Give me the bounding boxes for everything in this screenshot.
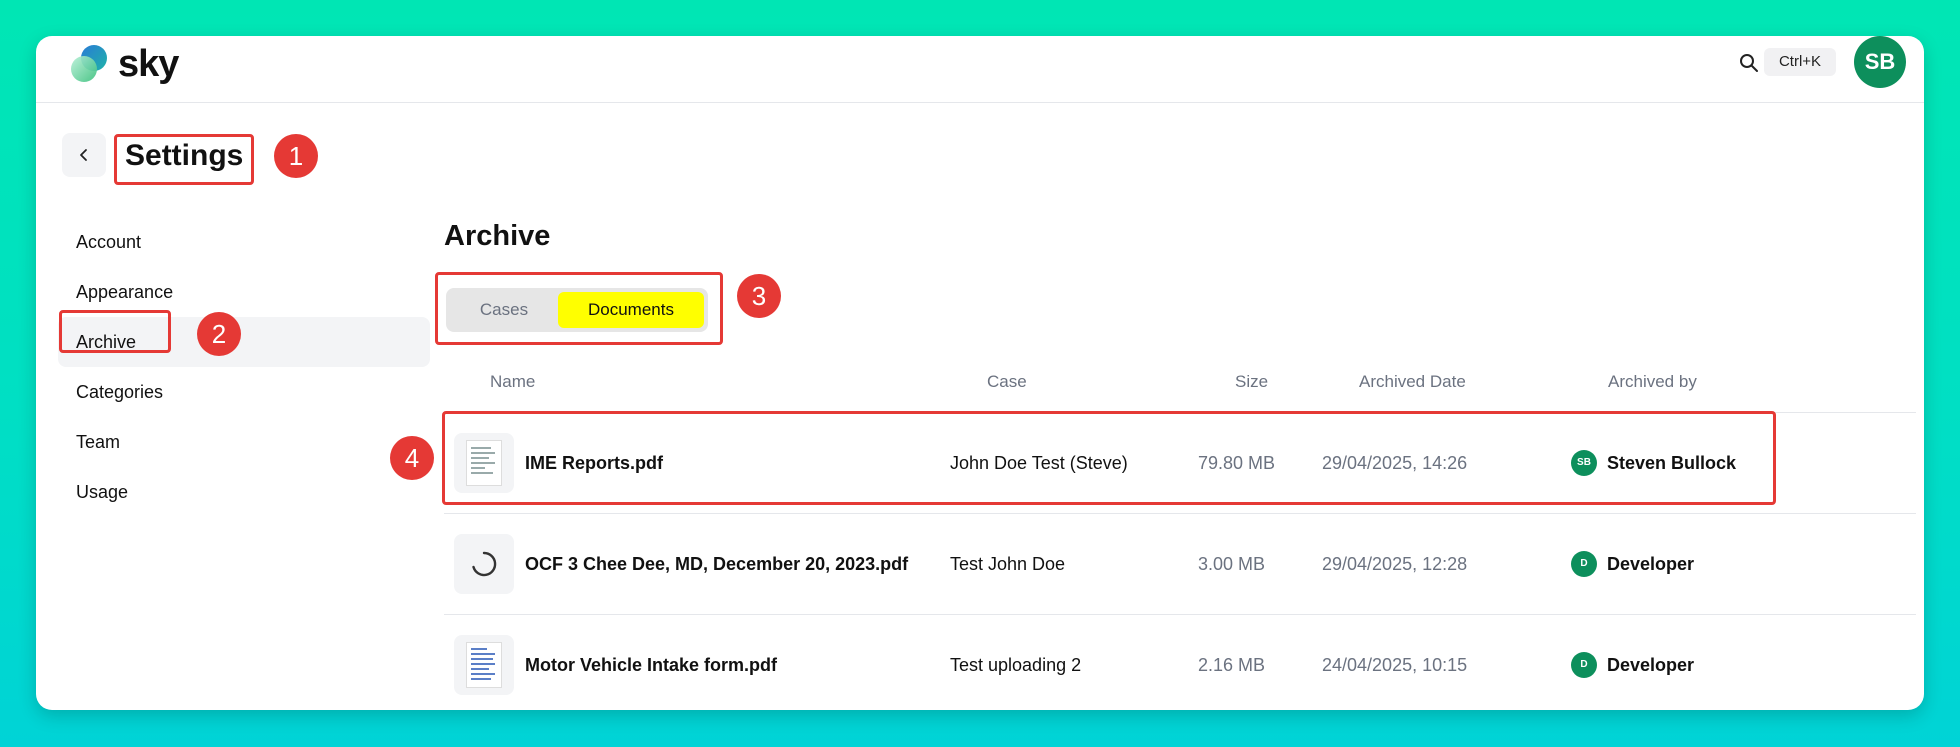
logo-text: sky	[118, 43, 179, 85]
archived-by: D Developer	[1571, 514, 1694, 614]
back-button[interactable]	[62, 133, 106, 177]
archived-date: 29/04/2025, 12:28	[1322, 554, 1468, 574]
annotation-box-2	[59, 310, 171, 353]
document-page-icon	[467, 643, 501, 687]
user-avatar-small: D	[1571, 652, 1597, 678]
table-row[interactable]: OCF 3 Chee Dee, MD, December 20, 2023.pd…	[444, 513, 1916, 614]
column-header-name[interactable]: Name	[490, 352, 535, 412]
document-thumbnail	[454, 635, 514, 695]
file-name[interactable]: OCF 3 Chee Dee, MD, December 20, 2023.pd…	[525, 514, 908, 614]
annotation-box-1	[114, 134, 254, 185]
sky-logo[interactable]: sky	[68, 42, 179, 86]
user-avatar-small: D	[1571, 551, 1597, 577]
column-header-size[interactable]: Size	[1235, 352, 1268, 412]
archived-by-name: Developer	[1607, 655, 1695, 675]
annotation-marker-3: 3	[737, 274, 781, 318]
sky-logo-icon	[68, 42, 112, 86]
file-name[interactable]: Motor Vehicle Intake form.pdf	[525, 615, 777, 710]
sidebar-item-categories[interactable]: Categories	[58, 367, 430, 417]
case-name: Test John Doe	[950, 554, 1066, 574]
settings-sidebar: Account Appearance Archive Categories Te…	[58, 217, 430, 517]
archived-by-name: Developer	[1607, 554, 1695, 574]
annotation-box-3	[435, 272, 723, 345]
column-header-archived-by[interactable]: Archived by	[1608, 352, 1697, 412]
table-row[interactable]: Motor Vehicle Intake form.pdf Test uploa…	[444, 614, 1916, 710]
loading-spinner-icon	[472, 551, 497, 577]
archived-by: D Developer	[1571, 615, 1694, 710]
loading-thumbnail	[454, 534, 514, 594]
annotation-marker-1: 1	[274, 134, 318, 178]
user-avatar[interactable]: SB	[1854, 36, 1906, 88]
table-header: Name Case Size Archived Date Archived by	[444, 352, 1916, 412]
column-header-archived-date[interactable]: Archived Date	[1359, 352, 1466, 412]
search-icon[interactable]	[1734, 48, 1764, 78]
column-header-case[interactable]: Case	[987, 352, 1027, 412]
file-size: 3.00 MB	[1198, 554, 1266, 574]
chevron-left-icon	[80, 149, 87, 161]
annotation-box-4	[442, 411, 1776, 505]
archived-date: 24/04/2025, 10:15	[1322, 655, 1468, 675]
sidebar-item-team[interactable]: Team	[58, 417, 430, 467]
top-bar: sky Ctrl+K SB	[36, 36, 1924, 103]
app-window: sky Ctrl+K SB Settings Account Appearanc…	[36, 36, 1924, 710]
case-name: Test uploading 2	[950, 655, 1082, 675]
file-size: 2.16 MB	[1198, 655, 1266, 675]
search-shortcut-badge[interactable]: Ctrl+K	[1764, 48, 1836, 76]
annotation-marker-4: 4	[390, 436, 434, 480]
annotation-marker-2: 2	[197, 312, 241, 356]
section-heading: Archive	[444, 220, 551, 252]
archive-table: Name Case Size Archived Date Archived by…	[444, 352, 1916, 710]
sidebar-item-account[interactable]: Account	[58, 217, 430, 267]
sidebar-item-usage[interactable]: Usage	[58, 467, 430, 517]
